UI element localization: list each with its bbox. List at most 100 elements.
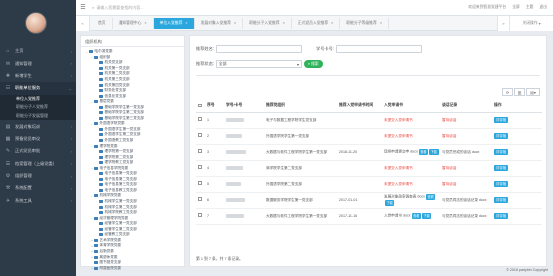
menu-toggle-icon[interactable]: ☰ <box>76 4 90 11</box>
global-search[interactable]: ⌕ 请输入您需要查找的内容... <box>92 3 172 12</box>
evaluate-button[interactable]: 详评指 <box>494 196 509 204</box>
chevron-down-icon: ▾ <box>297 62 299 67</box>
name-input[interactable] <box>215 45 302 53</box>
evaluate-button[interactable]: 详评指 <box>494 180 509 188</box>
cell-time: 2018-11-20 <box>337 144 382 161</box>
row-checkbox[interactable] <box>196 208 205 225</box>
card-input[interactable] <box>335 45 422 53</box>
close-icon[interactable]: × <box>380 21 382 25</box>
tab[interactable]: 首页 <box>92 17 113 29</box>
status-select[interactable]: 全部 ▾ <box>215 60 302 68</box>
folder-icon <box>99 200 103 204</box>
top-link[interactable]: 欢迎来到智慧党建平台 <box>468 5 506 10</box>
app-text[interactable]: 现将申请提交申 docx <box>384 150 418 154</box>
top-link[interactable]: 退出 <box>539 5 547 10</box>
app-text: 未提交入党申请书 <box>384 117 413 122</box>
sidebar-subitem[interactable]: 职能分子发展管理 <box>0 111 76 121</box>
table-row[interactable]: 1 电子与数据工程学院学生党支部 未提交入党申请书 暂待谈话 详评指 <box>196 112 542 129</box>
chevron-icon: › <box>70 136 72 142</box>
evaluate-button[interactable]: 详评指 <box>494 132 509 140</box>
row-checkbox[interactable] <box>196 176 205 193</box>
tree-node-label: 机关党支部 <box>104 60 123 65</box>
col-no[interactable]: 序号 <box>205 100 224 113</box>
evaluate-button[interactable]: 详评指 <box>494 212 509 220</box>
col-app[interactable]: 入党申请书 <box>382 100 440 113</box>
tab[interactable]: 正式党员入党推荐 × <box>292 17 341 29</box>
sidebar-item[interactable]: ✚ 新增学生 › <box>0 70 76 82</box>
sidebar-item[interactable]: ✈ 系统工具 › <box>0 195 76 207</box>
close-icon[interactable]: × <box>185 21 187 25</box>
talk-text: 暂待谈话 <box>442 133 457 138</box>
avatar[interactable] <box>24 11 47 34</box>
sidebar-item[interactable]: ⚒ 系统配置 › <box>0 182 76 194</box>
row-checkbox[interactable] <box>196 112 205 129</box>
row-checkbox[interactable] <box>196 144 205 161</box>
org-tree-title: 组织机构 <box>81 36 184 47</box>
search-button[interactable]: ⌕ 搜索 <box>303 60 323 68</box>
folder-icon <box>94 255 98 259</box>
tab[interactable]: 单位入党推荐 × <box>153 17 195 29</box>
table-row[interactable]: 4 商学院学生第二党支部 未提交入党申请书 暂待谈话 详评指 <box>196 160 542 177</box>
tab[interactable]: 通知管理中心 × <box>113 17 154 29</box>
tab-scroll-left-icon[interactable]: « <box>76 16 90 31</box>
col-talk[interactable]: 谈话记录 <box>440 100 492 113</box>
search-icon: ⌕ <box>92 5 95 10</box>
sidebar-subitem[interactable]: 职能分子人党推荐 <box>0 103 76 112</box>
sidebar-item[interactable]: ▦ 预备党员审议 › <box>0 133 76 145</box>
view-button[interactable]: 查看 <box>418 149 429 155</box>
close-icon[interactable]: × <box>144 21 146 25</box>
tabs: 首页 通知管理中心 × 单位入党推荐 × 发展对象入党推荐 × 职能分子入党推荐 × 正式党员入党… <box>92 16 389 30</box>
evaluate-button[interactable]: 详评指 <box>494 164 509 172</box>
tab[interactable]: 发展对象入党推荐 × <box>195 17 244 29</box>
sidebar-item[interactable]: ✉ 通知管理 › <box>0 57 76 69</box>
export-icon[interactable]: ▤▾ <box>526 88 540 96</box>
close-icon[interactable]: × <box>234 21 236 25</box>
view-button[interactable]: 查看 <box>425 194 436 200</box>
folder-icon <box>99 66 103 70</box>
tab-label: 单位入党推荐 <box>159 20 183 25</box>
view-button[interactable]: 查看 <box>411 213 421 219</box>
close-tabs-dropdown[interactable]: 关闭操作 ▾ <box>509 16 553 31</box>
table-row[interactable]: 7 大数据与软件工程学院学生第一党支部 2017-11-16 入党申请书 docx 查看… <box>196 208 542 225</box>
columns-icon[interactable]: ▥ <box>514 88 525 96</box>
table-row[interactable]: 3 大数据与软件工程学院学生第一党支部 2018-11-20 现将申请提交申 docx… <box>196 144 542 161</box>
sidebar-item[interactable]: ☰ 档案管理（上级党委） › <box>0 158 76 170</box>
sidebar-subitem[interactable]: 单位入党推荐 <box>0 94 76 104</box>
evaluate-button[interactable]: 详评指 <box>494 116 509 124</box>
row-checkbox[interactable] <box>196 128 205 145</box>
col-card[interactable]: 学号/卡号 <box>224 100 264 113</box>
app-text[interactable]: 发展对象政审调查表 docx <box>384 195 425 199</box>
chevron-icon: › <box>70 185 72 191</box>
tab-scroll-right-icon[interactable]: » <box>497 16 509 31</box>
app-text[interactable]: 入党申请书 docx <box>384 214 411 218</box>
download-button[interactable]: 下载 <box>421 213 432 219</box>
download-button[interactable]: 下载 <box>429 149 439 155</box>
evaluate-button[interactable]: 详评指 <box>494 148 509 156</box>
table-row[interactable]: 2 外国语学院学生第一党支部 未提交入党申请书 暂待谈话 详评指 <box>196 128 542 145</box>
table-row[interactable]: 5 外国语学院第二党支部 未提交入党申请书 暂待谈话 详评指 <box>196 176 542 193</box>
tree-node[interactable]: + 附属医院党委 <box>81 265 184 271</box>
top-link[interactable]: 全屏 <box>512 5 520 10</box>
search-input[interactable]: 请输入您需要查找的内容... <box>96 5 143 11</box>
folder-icon <box>99 183 103 187</box>
sidebar-item[interactable]: ⌂ 主页 › <box>0 45 76 57</box>
select-all-checkbox[interactable] <box>196 100 205 113</box>
download-button[interactable]: 下载 <box>385 200 395 206</box>
row-checkbox[interactable] <box>196 160 205 177</box>
tab[interactable]: 职能分子入党推荐 × <box>243 17 292 29</box>
row-checkbox[interactable] <box>196 192 205 209</box>
close-icon[interactable]: × <box>283 21 285 25</box>
sidebar-item[interactable]: ▤ 发展对象培训 › <box>0 120 76 132</box>
tab[interactable]: 职能分子等级推荐 × <box>340 17 389 29</box>
sidebar-item[interactable]: ⚙ 组织管理 › <box>0 170 76 182</box>
sidebar-item[interactable]: ☷ 职能单位服务 ⌄ <box>0 82 76 95</box>
table-row[interactable]: 6 数据服务学院学生第一党支部 2017-01-01 发展对象政审调查表 docx 查看… <box>196 192 542 209</box>
refresh-icon[interactable]: ⟳ <box>502 88 513 96</box>
tree-node-label: 机关第三党支部 <box>104 77 130 81</box>
col-time[interactable]: 推荐入党申请书时间 <box>337 100 382 113</box>
top-link[interactable]: 主题 <box>526 5 534 10</box>
col-org[interactable]: 推荐党组织 <box>264 100 337 113</box>
col-action[interactable]: 操作 <box>492 100 542 113</box>
sidebar-item[interactable]: ✎ 正式党员审批 › <box>0 145 76 157</box>
close-icon[interactable]: × <box>331 21 333 25</box>
